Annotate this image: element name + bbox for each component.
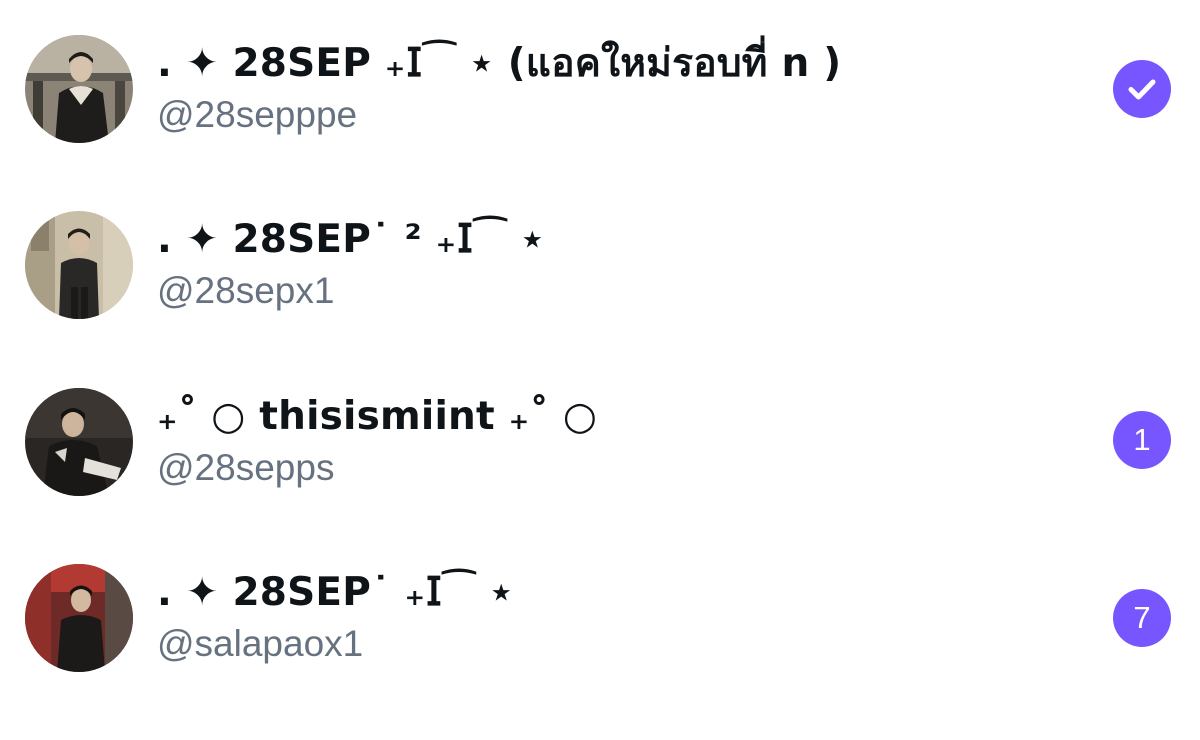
account-display-name: . ✦ 28SEP˙ ₊𝖨⁀ ⋆ xyxy=(157,570,514,615)
avatar xyxy=(25,564,133,672)
account-row-28sepx1[interactable]: . ✦ 28SEP˙ ² ₊𝖨⁀ ⋆ @28sepx1 xyxy=(0,211,1200,387)
account-display-name: . ✦ 28SEP ₊𝖨⁀ ⋆ (แอคใหม่รอบที่ n ) xyxy=(157,41,842,86)
account-row-salapaox1[interactable]: . ✦ 28SEP˙ ₊𝖨⁀ ⋆ @salapaox1 7 xyxy=(0,564,1200,740)
avatar-photo xyxy=(25,564,133,672)
account-row-28sepppe[interactable]: . ✦ 28SEP ₊𝖨⁀ ⋆ (แอคใหม่รอบที่ n ) @28se… xyxy=(0,35,1200,211)
selected-account-badge xyxy=(1113,60,1171,118)
account-row-28sepps[interactable]: ₊˚ ○ thisismiint ₊˚ ○ @28sepps 1 xyxy=(0,388,1200,564)
unread-count-badge: 7 xyxy=(1113,589,1171,647)
avatar xyxy=(25,211,133,319)
unread-count-badge: 1 xyxy=(1113,411,1171,469)
account-handle: @28sepps xyxy=(157,447,335,488)
avatar xyxy=(25,388,133,496)
avatar-photo xyxy=(25,211,133,319)
account-handle: @28sepppe xyxy=(157,94,358,135)
account-handle: @28sepx1 xyxy=(157,270,335,311)
account-switcher-list: . ✦ 28SEP ₊𝖨⁀ ⋆ (แอคใหม่รอบที่ n ) @28se… xyxy=(0,0,1200,731)
account-display-name: . ✦ 28SEP˙ ² ₊𝖨⁀ ⋆ xyxy=(157,217,545,262)
account-handle: @salapaox1 xyxy=(157,623,364,664)
check-icon xyxy=(1128,79,1156,100)
account-display-name: ₊˚ ○ thisismiint ₊˚ ○ xyxy=(157,394,598,439)
avatar xyxy=(25,35,133,143)
avatar-photo xyxy=(25,388,133,496)
avatar-photo xyxy=(25,35,133,143)
